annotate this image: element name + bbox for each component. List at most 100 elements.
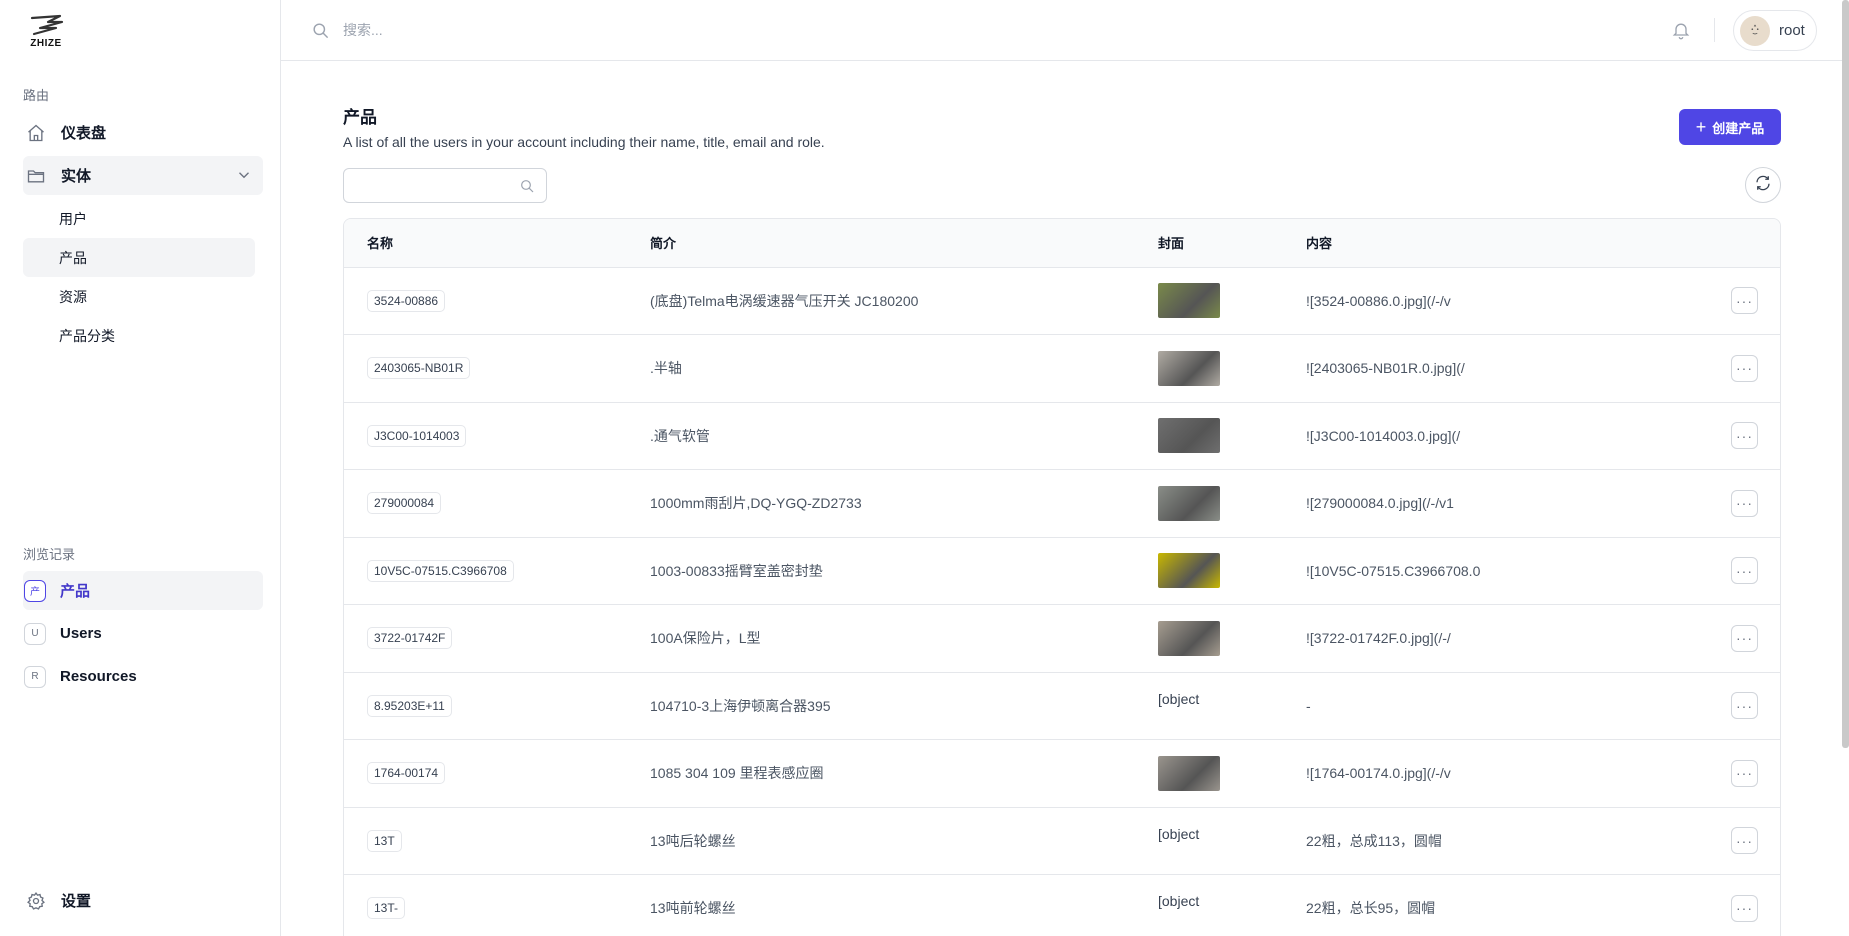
create-product-button[interactable]: + 创建产品 <box>1679 109 1781 145</box>
cell-cover: [object <box>1158 672 1306 740</box>
products-table: 名称 简介 封面 内容 3524-00886 (底盘)Telma电涡缓速器气压开… <box>343 218 1781 936</box>
table-search-input[interactable] <box>344 169 504 202</box>
recent-item-label: Users <box>60 625 102 642</box>
cell-name: 13T <box>344 807 650 875</box>
column-header-name[interactable]: 名称 <box>344 219 650 268</box>
table-row[interactable]: 2403065-NB01R .半轴 ![2403065-NB01R.0.jpg]… <box>344 334 1780 403</box>
topbar-divider <box>1714 18 1715 42</box>
nav-dashboard[interactable]: 仪表盘 <box>23 113 263 152</box>
nav-entities[interactable]: 实体 <box>23 156 263 195</box>
cell-actions: ··· <box>1696 807 1780 875</box>
table-filter <box>343 168 547 203</box>
cell-content: ![10V5C-07515.C3966708.0 <box>1306 537 1696 605</box>
recent-item-letter: 产 <box>24 579 46 602</box>
more-actions-button[interactable]: ··· <box>1731 287 1758 315</box>
cover-image[interactable] <box>1158 485 1220 521</box>
recent-item-label: Resources <box>60 668 137 685</box>
more-actions-button[interactable]: ··· <box>1731 422 1758 450</box>
sidebar-item-product-categories[interactable]: 产品分类 <box>23 316 255 355</box>
cover-image[interactable] <box>1158 350 1220 386</box>
cell-actions: ··· <box>1696 402 1780 470</box>
more-actions-button[interactable]: ··· <box>1731 489 1758 517</box>
cover-image[interactable] <box>1158 418 1220 454</box>
global-search-input[interactable] <box>343 18 943 42</box>
refresh-button[interactable] <box>1745 167 1781 203</box>
recent-item-letter: R <box>24 665 46 688</box>
logo-icon <box>30 14 64 36</box>
table-row[interactable]: 8.95203E+11 104710-3上海伊顿离合器395 [object -… <box>344 672 1780 740</box>
sidebar: ZHIZE 路由 仪表盘 实体 用户 产品 资源 产品分类 浏览记录 产 产品 <box>0 0 281 936</box>
cell-content: - <box>1306 672 1696 740</box>
more-actions-button[interactable]: ··· <box>1731 557 1758 585</box>
more-actions-button[interactable]: ··· <box>1731 827 1758 855</box>
cell-content: ![3722-01742F.0.jpg](/-/ <box>1306 604 1696 673</box>
cell-description: .半轴 <box>650 334 1158 403</box>
cell-description: .通气软管 <box>650 402 1158 470</box>
table-row[interactable]: 10V5C-07515.C3966708 1003-00833摇臂室盖密封垫 !… <box>344 537 1780 605</box>
more-actions-button[interactable]: ··· <box>1731 624 1758 652</box>
table-row[interactable]: 3722-01742F 100A保险片，L型 ![3722-01742F.0.j… <box>344 604 1780 673</box>
cover-image-broken[interactable]: [object <box>1158 826 1306 842</box>
column-header-content[interactable]: 内容 <box>1306 219 1696 268</box>
cell-cover <box>1158 267 1306 335</box>
logo[interactable]: ZHIZE <box>24 14 68 50</box>
avatar <box>1740 15 1770 46</box>
recent-item-resources[interactable]: R Resources <box>23 657 263 696</box>
more-actions-button[interactable]: ··· <box>1731 354 1758 382</box>
logo-text: ZHIZE <box>30 38 62 49</box>
cell-cover <box>1158 537 1306 605</box>
cell-cover <box>1158 469 1306 538</box>
sidebar-item-resources[interactable]: 资源 <box>23 277 255 316</box>
user-menu-button[interactable]: root <box>1733 10 1817 51</box>
cell-description: 100A保险片，L型 <box>650 604 1158 673</box>
refresh-icon <box>1754 174 1772 197</box>
column-header-actions <box>1696 219 1780 268</box>
page-description: A list of all the users in your account … <box>343 134 825 150</box>
cell-description: 1003-00833摇臂室盖密封垫 <box>650 537 1158 605</box>
column-header-description[interactable]: 简介 <box>650 219 1158 268</box>
cover-image[interactable] <box>1158 755 1220 791</box>
name-badge: 279000084 <box>367 492 442 515</box>
cell-cover <box>1158 334 1306 403</box>
more-actions-button[interactable]: ··· <box>1731 759 1758 787</box>
table-row[interactable]: 279000084 1000mm雨刮片,DQ-YGQ-ZD2733 ![2790… <box>344 469 1780 538</box>
name-badge: 13T <box>367 829 402 852</box>
cell-cover: [object <box>1158 807 1306 875</box>
recent-item-users[interactable]: U Users <box>23 614 263 653</box>
sidebar-item-users[interactable]: 用户 <box>23 199 255 238</box>
scrollbar[interactable] <box>1842 0 1849 748</box>
column-header-cover[interactable]: 封面 <box>1158 219 1306 268</box>
cell-actions: ··· <box>1696 469 1780 538</box>
cover-image-broken[interactable]: [object <box>1158 893 1306 909</box>
name-badge: 10V5C-07515.C3966708 <box>367 559 514 582</box>
cell-cover: [object <box>1158 874 1306 936</box>
cover-image[interactable] <box>1158 283 1220 319</box>
routes-section-label: 路由 <box>23 88 50 103</box>
cover-image-broken[interactable]: [object <box>1158 691 1306 707</box>
cover-image[interactable] <box>1158 620 1220 656</box>
table-row[interactable]: 3524-00886 (底盘)Telma电涡缓速器气压开关 JC180200 !… <box>344 267 1780 335</box>
cell-cover <box>1158 402 1306 470</box>
nav-settings[interactable]: 设置 <box>23 881 263 920</box>
create-product-label: 创建产品 <box>1712 120 1765 136</box>
app-root: ZHIZE 路由 仪表盘 实体 用户 产品 资源 产品分类 浏览记录 产 产品 <box>0 0 1849 936</box>
name-badge: 13T- <box>367 897 406 920</box>
table-row[interactable]: 13T 13吨后轮螺丝 [object 22粗，总成113，圆帽 ··· <box>344 807 1780 875</box>
cell-name: 8.95203E+11 <box>344 672 650 740</box>
table-row[interactable]: 1764-00174 1085 304 109 里程表感应圈 ![1764-00… <box>344 739 1780 808</box>
cell-content: ![3524-00886.0.jpg](/-/v <box>1306 267 1696 335</box>
nav-dashboard-label: 仪表盘 <box>61 125 107 142</box>
cover-image[interactable] <box>1158 553 1220 589</box>
more-actions-button[interactable]: ··· <box>1731 894 1758 922</box>
table-row[interactable]: J3C00-1014003 .通气软管 ![J3C00-1014003.0.jp… <box>344 402 1780 470</box>
name-badge: 2403065-NB01R <box>367 357 471 380</box>
name-badge: 1764-00174 <box>367 762 446 785</box>
table-row[interactable]: 13T- 13吨前轮螺丝 [object 22粗，总长95，圆帽 ··· <box>344 874 1780 936</box>
more-actions-button[interactable]: ··· <box>1731 692 1758 720</box>
cell-content: 22粗，总长95，圆帽 <box>1306 874 1696 936</box>
cell-content: ![279000084.0.jpg](/-/v1 <box>1306 469 1696 538</box>
recent-item-products[interactable]: 产 产品 <box>23 571 263 610</box>
cell-actions: ··· <box>1696 874 1780 936</box>
bell-icon[interactable] <box>1671 20 1691 45</box>
sidebar-item-products[interactable]: 产品 <box>23 238 255 277</box>
